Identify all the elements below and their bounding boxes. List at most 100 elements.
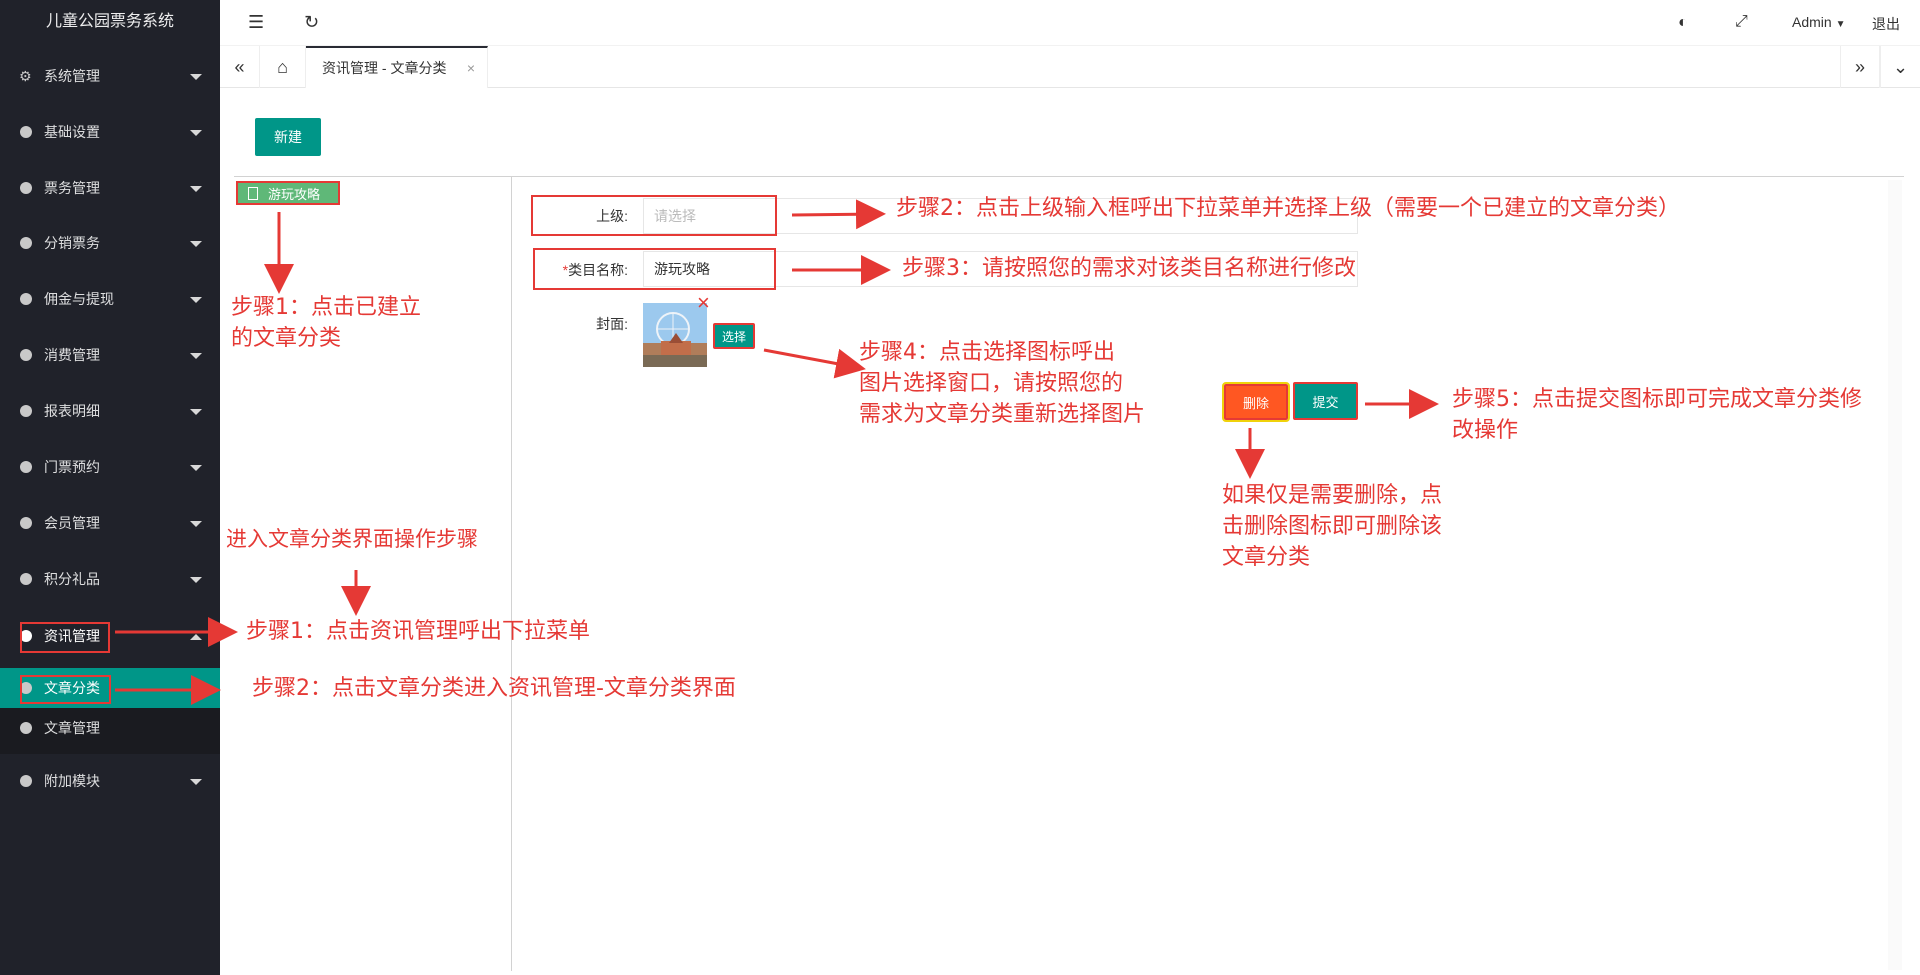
gear-icon: ⚙ bbox=[19, 68, 32, 84]
tree-node-label: 游玩攻略 bbox=[268, 186, 321, 202]
circle-icon bbox=[20, 722, 32, 734]
name-label: *类目名称: bbox=[540, 260, 628, 280]
chevron-up-icon bbox=[190, 634, 202, 640]
annotation-line: 击删除图标即可删除该 bbox=[1222, 514, 1443, 539]
sidebar-item-system[interactable]: ⚙ 系统管理 bbox=[0, 48, 220, 104]
chevron-down-icon bbox=[190, 241, 202, 247]
sidebar-item-consumption[interactable]: 消费管理 bbox=[0, 327, 220, 383]
caret-down-icon: ▼ bbox=[1835, 19, 1846, 30]
chevron-down-icon bbox=[190, 465, 202, 471]
delete-button[interactable]: 删除 bbox=[1222, 382, 1290, 422]
annotation-line: 图片选择窗口，请按照您的 bbox=[859, 371, 1124, 396]
parent-label: 上级: bbox=[596, 208, 628, 224]
annotation-line: 文章分类 bbox=[1222, 545, 1311, 570]
close-icon[interactable]: × bbox=[467, 60, 475, 76]
sidebar-item-commission[interactable]: 佣金与提现 bbox=[0, 271, 220, 327]
annotation-line: 需求为文章分类重新选择图片 bbox=[859, 402, 1146, 427]
sidebar-item-label: 资讯管理 bbox=[44, 628, 100, 644]
sidebar-item-reports[interactable]: 报表明细 bbox=[0, 383, 220, 439]
chevron-down-icon bbox=[190, 130, 202, 136]
select-image-button[interactable]: 选择 bbox=[713, 323, 755, 349]
circle-icon bbox=[20, 293, 32, 305]
sidebar-item-label: 基础设置 bbox=[44, 124, 100, 140]
scrollbar[interactable] bbox=[1888, 180, 1902, 970]
circle-icon bbox=[20, 182, 32, 194]
tabs-bar: « ⌂ 资讯管理 - 文章分类 × » ⌄ bbox=[220, 46, 1920, 88]
sidebar-item-label: 报表明细 bbox=[44, 403, 100, 419]
cover-label: 封面: bbox=[596, 316, 628, 332]
annotation-line: 的文章分类 bbox=[231, 326, 342, 351]
remove-cover-icon[interactable]: × bbox=[697, 292, 710, 314]
sidebar-item-reservation[interactable]: 门票预约 bbox=[0, 439, 220, 495]
circle-icon bbox=[20, 349, 32, 361]
tabs-scroll-right-icon[interactable]: » bbox=[1840, 46, 1880, 88]
logout-link[interactable]: 退出 bbox=[1872, 14, 1900, 34]
news-submenu: 文章分类 文章管理 bbox=[0, 668, 220, 754]
annotation-line: 如果仅是需要删除，点 bbox=[1222, 483, 1443, 508]
annotation-text: 步骤5：点击提交图标即可完成文章分类修 改操作 bbox=[1452, 384, 1862, 446]
circle-icon bbox=[20, 461, 32, 473]
username: Admin bbox=[1792, 14, 1832, 30]
home-icon[interactable]: ⌂ bbox=[260, 46, 306, 88]
refresh-icon[interactable]: ↻ bbox=[304, 12, 319, 33]
sidebar: 儿童公园票务系统 ⚙ 系统管理 基础设置 票务管理 分销票务 佣金与提现 消费管… bbox=[0, 0, 220, 975]
sidebar-item-members[interactable]: 会员管理 bbox=[0, 495, 220, 551]
sidebar-item-points[interactable]: 积分礼品 bbox=[0, 551, 220, 607]
sidebar-item-label: 系统管理 bbox=[44, 68, 100, 84]
theme-icon[interactable]: ◐ bbox=[1678, 14, 1688, 32]
annotation-line: 步骤1：点击已建立 bbox=[231, 295, 421, 320]
tabs-scroll-left-icon[interactable]: « bbox=[220, 46, 260, 88]
sidebar-subitem-article-manage[interactable]: 文章管理 bbox=[0, 708, 220, 748]
header: ☰ ↻ ◐ ⤢ Admin ▼ 退出 bbox=[220, 0, 1920, 46]
annotation-text: 步骤1：点击已建立 的文章分类 bbox=[231, 292, 421, 354]
annotation-line: 步骤5：点击提交图标即可完成文章分类修 bbox=[1452, 387, 1862, 412]
annotation-text: 步骤2：点击文章分类进入资讯管理-文章分类界面 bbox=[252, 676, 736, 701]
fullscreen-icon[interactable]: ⤢ bbox=[1735, 13, 1748, 31]
chevron-down-icon bbox=[190, 74, 202, 80]
chevron-down-icon bbox=[190, 186, 202, 192]
chevron-down-icon bbox=[190, 779, 202, 785]
sidebar-item-label: 门票预约 bbox=[44, 459, 100, 475]
new-button[interactable]: 新建 bbox=[255, 118, 321, 156]
circle-icon bbox=[20, 775, 32, 787]
sidebar-subitem-article-category[interactable]: 文章分类 bbox=[0, 668, 220, 708]
sidebar-item-distribution[interactable]: 分销票务 bbox=[0, 215, 220, 271]
circle-icon bbox=[20, 237, 32, 249]
chevron-down-icon bbox=[190, 353, 202, 359]
sidebar-item-basic[interactable]: 基础设置 bbox=[0, 104, 220, 160]
sidebar-item-label: 积分礼品 bbox=[44, 571, 100, 587]
menu-fold-icon[interactable]: ☰ bbox=[248, 12, 264, 33]
sidebar-item-addons[interactable]: 附加模块 bbox=[0, 753, 220, 809]
name-label-text: 类目名称: bbox=[568, 262, 628, 278]
sidebar-subitem-label: 文章管理 bbox=[44, 720, 100, 736]
chevron-down-icon bbox=[190, 409, 202, 415]
chevron-down-icon[interactable]: ⌄ bbox=[1880, 46, 1920, 88]
tab-article-category[interactable]: 资讯管理 - 文章分类 × bbox=[306, 46, 488, 88]
divider bbox=[511, 176, 512, 971]
submit-button[interactable]: 提交 bbox=[1293, 382, 1358, 420]
app-title: 儿童公园票务系统 bbox=[45, 13, 174, 30]
sidebar-item-label: 票务管理 bbox=[44, 180, 100, 196]
sidebar-item-news[interactable]: 资讯管理 bbox=[0, 608, 220, 664]
sidebar-item-label: 分销票务 bbox=[44, 235, 100, 251]
circle-icon bbox=[20, 630, 32, 642]
sidebar-item-label: 会员管理 bbox=[44, 515, 100, 531]
annotation-text: 步骤4：点击选择图标呼出 图片选择窗口，请按照您的 需求为文章分类重新选择图片 bbox=[859, 337, 1145, 430]
tree-node-category[interactable]: 游玩攻略 bbox=[236, 181, 340, 205]
sidebar-subitem-label: 文章分类 bbox=[44, 680, 100, 696]
annotation-text: 步骤2：点击上级输入框呼出下拉菜单并选择上级（需要一个已建立的文章分类） bbox=[896, 196, 1680, 221]
annotation-text: 如果仅是需要删除，点 击删除图标即可删除该 文章分类 bbox=[1222, 480, 1442, 573]
annotation-line: 改操作 bbox=[1452, 418, 1519, 443]
annotation-text: 步骤1：点击资讯管理呼出下拉菜单 bbox=[246, 619, 590, 644]
tab-label: 资讯管理 - 文章分类 bbox=[322, 60, 447, 76]
sidebar-item-tickets[interactable]: 票务管理 bbox=[0, 160, 220, 216]
annotation-line: 步骤4：点击选择图标呼出 bbox=[859, 340, 1115, 365]
user-menu[interactable]: Admin ▼ bbox=[1792, 14, 1845, 30]
circle-icon bbox=[20, 405, 32, 417]
sidebar-item-label: 消费管理 bbox=[44, 347, 100, 363]
circle-icon bbox=[20, 517, 32, 529]
circle-icon bbox=[20, 573, 32, 585]
chevron-down-icon bbox=[190, 577, 202, 583]
circle-icon bbox=[20, 126, 32, 138]
circle-icon bbox=[20, 682, 32, 694]
